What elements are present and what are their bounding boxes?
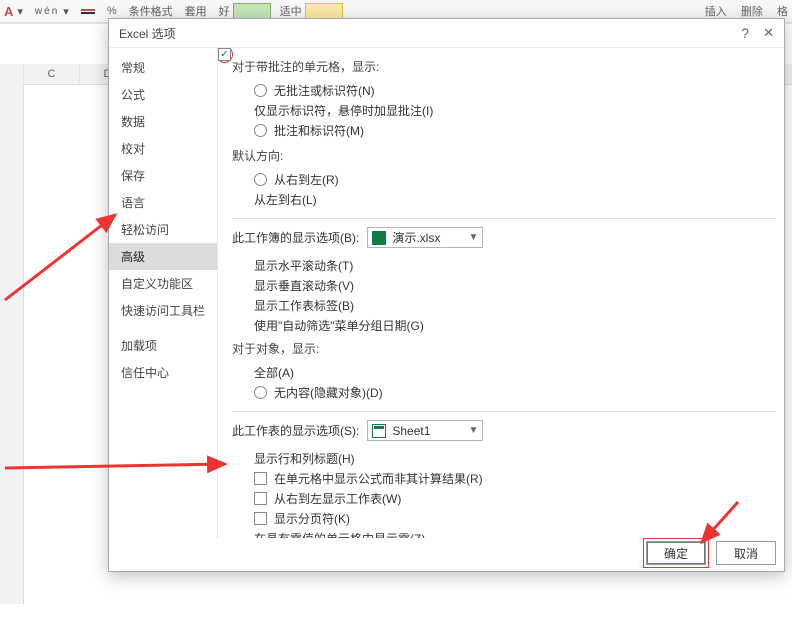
style-good[interactable] xyxy=(233,3,271,19)
radio-no-comment[interactable] xyxy=(254,84,267,97)
chk-show-formulas[interactable] xyxy=(254,472,267,485)
nav-quick-access[interactable]: 快速访问工具栏 xyxy=(109,297,217,324)
border-icon[interactable] xyxy=(81,9,95,11)
row-headers xyxy=(0,84,24,604)
options-nav: 常规 公式 数据 校对 保存 语言 轻松访问 高级 自定义功能区 快速访问工具栏… xyxy=(109,48,218,538)
style-neutral[interactable] xyxy=(305,3,343,19)
chevron-down-icon: ▼ xyxy=(468,425,478,436)
delete-button[interactable]: 删除 xyxy=(741,3,763,19)
nav-proofing[interactable]: 校对 xyxy=(109,135,217,162)
workbook-section-label: 此工作簿的显示选项(B): xyxy=(232,229,359,246)
chk-gridlines[interactable] xyxy=(218,48,231,61)
comments-group-label: 对于带批注的单元格，显示: xyxy=(232,58,776,75)
nav-ease[interactable]: 轻松访问 xyxy=(109,216,217,243)
ok-button[interactable]: 确定 xyxy=(646,541,706,565)
phonetic-icon[interactable]: wén xyxy=(35,6,59,17)
nav-customize-ribbon[interactable]: 自定义功能区 xyxy=(109,270,217,297)
col-c[interactable]: C xyxy=(24,64,80,84)
nav-save[interactable]: 保存 xyxy=(109,162,217,189)
conditional-formatting-button[interactable]: 条件格式 xyxy=(129,3,173,19)
objects-group-label: 对于对象，显示: xyxy=(232,340,776,357)
nav-addins[interactable]: 加载项 xyxy=(109,332,217,359)
nav-advanced[interactable]: 高级 xyxy=(109,243,217,270)
worksheet-icon xyxy=(372,424,386,438)
worksheet-combo[interactable]: Sheet1 ▼ xyxy=(367,420,483,441)
format-as-table-button[interactable]: 套用 xyxy=(185,3,207,19)
format-button[interactable]: 格 xyxy=(777,3,788,19)
nav-general[interactable]: 常规 xyxy=(109,54,217,81)
nav-formulas[interactable]: 公式 xyxy=(109,81,217,108)
close-icon[interactable]: ✕ xyxy=(763,25,774,41)
radio-rtl[interactable] xyxy=(254,173,267,186)
workbook-combo[interactable]: 演示.xlsx ▼ xyxy=(367,227,483,248)
percent-icon[interactable]: % xyxy=(107,5,117,17)
worksheet-section-label: 此工作表的显示选项(S): xyxy=(232,422,359,439)
chk-page-breaks[interactable] xyxy=(254,512,267,525)
cancel-button[interactable]: 取消 xyxy=(716,541,776,565)
nav-data[interactable]: 数据 xyxy=(109,108,217,135)
options-content: 对于带批注的单元格，显示: 无批注或标识符(N) 仅显示标识符，悬停时加显批注(… xyxy=(218,48,784,538)
dialog-title: Excel 选项 xyxy=(119,25,176,42)
excel-options-dialog: Excel 选项 ? ✕ 常规 公式 数据 校对 保存 语言 轻松访问 高级 自… xyxy=(108,18,785,572)
chevron-down-icon: ▼ xyxy=(468,232,478,243)
chk-rtl-sheet[interactable] xyxy=(254,492,267,505)
help-button[interactable]: ? xyxy=(741,25,749,41)
font-color-icon[interactable]: A xyxy=(4,4,13,19)
nav-trust[interactable]: 信任中心 xyxy=(109,359,217,386)
radio-comment-and-indicator[interactable] xyxy=(254,124,267,137)
excel-file-icon xyxy=(372,231,386,245)
nav-language[interactable]: 语言 xyxy=(109,189,217,216)
radio-objects-none[interactable] xyxy=(254,386,267,399)
insert-button[interactable]: 插入 xyxy=(705,3,727,19)
direction-group-label: 默认方向: xyxy=(232,147,776,164)
